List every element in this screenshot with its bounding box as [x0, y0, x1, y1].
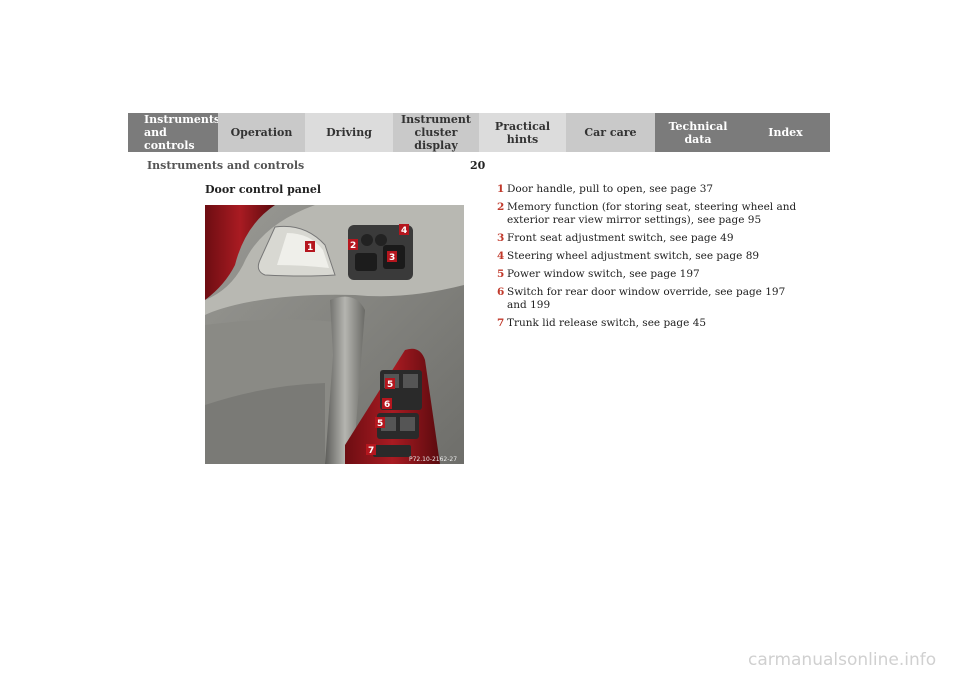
running-head: Instruments and controls [147, 159, 305, 172]
callout-3-label: 3 [389, 253, 395, 263]
list-item: 1 Door handle, pull to open, see page 37 [497, 183, 714, 195]
list-item: 3 Front seat adjustment switch, see page … [497, 232, 734, 244]
list-item: 4 Steering wheel adjustment switch, see p… [497, 250, 760, 262]
callout-1-label: 1 [307, 243, 313, 253]
callout-7-label: 7 [368, 446, 374, 456]
callout-4-label: 4 [401, 226, 407, 236]
list-item: 6 Switch for rear door window override, s… [497, 286, 786, 311]
callout-5b-label: 5 [377, 419, 383, 429]
chapter-tabs: Instruments and controls Operation Drivi… [128, 113, 830, 152]
figure-caption: Door control panel [205, 183, 322, 196]
tab-instruments-and-controls[interactable]: Instruments and controls [128, 113, 220, 152]
tab-driving[interactable]: Driving [305, 113, 393, 152]
figure-code: P72.10-2162-27 [409, 456, 457, 463]
tab-operation[interactable]: Operation [218, 113, 305, 152]
tab-technical-data[interactable]: Technical data [655, 113, 741, 152]
page-number: 20 [470, 159, 486, 172]
callout-5a-label: 5 [387, 380, 393, 390]
watermark: carmanualsonline.info [748, 650, 937, 670]
list-item: 5 Power window switch, see page 197 [497, 268, 700, 280]
list-item: 7 Trunk lid release switch, see page 45 [497, 317, 707, 329]
tab-index[interactable]: Index [741, 113, 830, 152]
component-list: 1 Door handle, pull to open, see page 37 … [497, 183, 797, 335]
callout-2-label: 2 [350, 241, 356, 251]
tab-car-care[interactable]: Car care [566, 113, 655, 152]
list-item: 2 Memory function (for storing seat, stee… [497, 201, 797, 226]
door-panel-illustration: 1 2 3 4 5 6 5 7 P72.10-2162-27 [205, 205, 464, 464]
tab-practical-hints[interactable]: Practical hints [479, 113, 566, 152]
door-panel-image: 1 2 3 4 5 6 5 7 P72.10-2162-27 [205, 205, 464, 464]
callout-6-label: 6 [384, 400, 390, 410]
tab-instrument-cluster-display[interactable]: Instrument cluster display [393, 113, 479, 152]
